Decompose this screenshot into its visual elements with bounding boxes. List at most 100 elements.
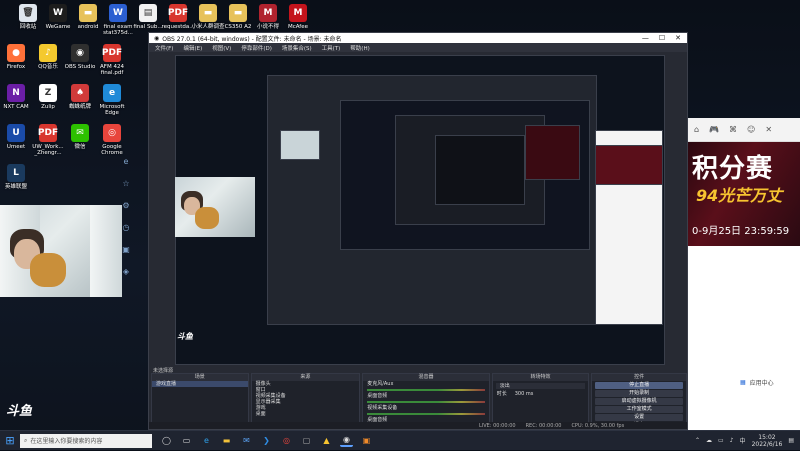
obs-docks: 场景 游戏直播 来源 摄像头 窗口 视频采集设备 显示器采集 游戏 桌面 混音器 麦克风/… — [151, 373, 687, 429]
banner-date: 0-9月25日 23:59:59 — [692, 226, 790, 237]
desktop-icon[interactable]: N NXT CAM — [0, 84, 34, 110]
clock-time: 15:02 — [758, 433, 776, 441]
desktop-icon-label: QQ音乐 — [38, 64, 58, 70]
transition-select[interactable]: 淡出 — [495, 383, 586, 389]
controls-dock-title: 控件 — [592, 374, 686, 381]
status-item: CPU: 0.9%, 30.00 fps — [571, 422, 625, 429]
volume-meter[interactable] — [367, 413, 485, 415]
desktop-icon[interactable]: U Umeet — [0, 124, 34, 150]
clock[interactable]: 15:02 2022/6/16 — [752, 434, 783, 448]
scene-item[interactable]: 游戏直播 — [152, 381, 248, 387]
status-item: REC: 00:00:00 — [525, 422, 562, 429]
edge-icon[interactable]: e — [121, 157, 131, 167]
mixer-channel-label: 桌面音频 — [367, 393, 388, 399]
speaker-icon[interactable]: ♪ — [730, 437, 734, 444]
chrome-icon[interactable]: ◎ — [280, 434, 293, 447]
control-button[interactable]: 开始录制 — [595, 390, 683, 397]
desktop-icon-label: Firefox — [6, 64, 26, 70]
douyu-logo: 斗鱼 — [6, 404, 33, 419]
camera-app-icon[interactable]: ▢ — [300, 434, 313, 447]
taskbar-apps: ◯ ▭ e ▬ ✉ ❯ ◎ ▢ ▲ ◉ ▣ — [160, 434, 373, 447]
input-method-icon[interactable]: 中 — [740, 436, 746, 445]
desktop-icon-label: Zulip — [41, 104, 55, 110]
obs-icon: ◉ — [154, 34, 160, 42]
home-icon[interactable]: ⌂ — [694, 125, 699, 134]
taskbar-search[interactable]: ⌕ 在这里输入你要搜索的内容 — [20, 433, 152, 448]
volume-meter[interactable] — [367, 389, 485, 391]
mcafee-icon: M — [289, 4, 307, 22]
obs-taskbar-icon[interactable]: ◉ — [340, 434, 353, 447]
control-button[interactable]: 设置 — [595, 414, 683, 421]
battery-icon[interactable]: ▭ — [718, 437, 724, 444]
obs-preview[interactable]: 斗鱼 — [175, 55, 665, 365]
obs-title: OBS 27.0.1 (64-bit, windows) - 配置文件: 未命名… — [162, 35, 342, 43]
desktop-icon[interactable]: ♪ QQ音乐 — [30, 44, 66, 70]
desktop-icon[interactable]: ● Firefox — [0, 44, 34, 70]
app-center-label[interactable]: 应用中心 — [750, 378, 774, 387]
edge-icon: e — [103, 84, 121, 102]
desktop-icon[interactable]: PDF AFM 424 final.pdf — [94, 44, 130, 76]
chevron-up-icon[interactable]: ⌃ — [695, 437, 700, 444]
desktop-icon[interactable]: Z Zulip — [30, 84, 66, 110]
search-placeholder: 在这里输入你要搜索的内容 — [30, 438, 103, 445]
obs-statusbar: LIVE: 00:00:00 REC: 00:00:00 CPU: 0.9%, 30… — [149, 422, 687, 429]
menu-item[interactable]: 工具(T) — [322, 44, 341, 52]
desktop-icon[interactable]: PDF UW_Work... _Zhengr... — [30, 124, 66, 156]
menu-item[interactable]: 编辑(E) — [183, 44, 202, 52]
history-icon[interactable]: ◷ — [121, 223, 131, 233]
desktop-icon-label: NXT CAM — [3, 104, 29, 110]
volume-meter[interactable] — [367, 401, 485, 403]
desktop-icon-label: 微信 — [74, 144, 86, 150]
douyu-app-icon[interactable]: ▣ — [360, 434, 373, 447]
close-icon[interactable]: ✕ — [675, 34, 681, 42]
game-app-icon[interactable]: ▲ — [320, 434, 333, 447]
folder-icon: ▬ — [229, 4, 247, 22]
menu-item[interactable]: 停靠部件(D) — [241, 44, 272, 52]
control-button[interactable]: 启动虚拟摄像机 — [595, 398, 683, 405]
menu-item[interactable]: 视图(V) — [212, 44, 231, 52]
zulip-icon: Z — [39, 84, 57, 102]
duration-value[interactable]: 300 ms — [515, 391, 534, 397]
widgets-icon[interactable]: ▭ — [180, 434, 193, 447]
windows-start-icon[interactable]: ⊞ — [0, 431, 20, 451]
file-explorer-icon[interactable]: ▬ — [220, 434, 233, 447]
menu-item[interactable]: 文件(F) — [155, 44, 173, 52]
minimize-icon[interactable]: — — [642, 34, 649, 42]
desktop-icon[interactable]: M McAfee — [280, 4, 316, 30]
desktop-icon-label: 蜘蛛纸牌 — [68, 104, 91, 110]
mail-icon[interactable]: ✉ — [240, 434, 253, 447]
solitaire-icon: ♠ — [71, 84, 89, 102]
qq-music-icon: ♪ — [39, 44, 57, 62]
source-item[interactable]: 桌面 — [252, 411, 360, 417]
store-icon[interactable]: ▦ — [740, 379, 746, 386]
banner-title: 积分赛 — [692, 154, 774, 184]
desktop-icon[interactable]: ◉ OBS Studio — [62, 44, 98, 70]
shield-icon[interactable]: ◈ — [121, 267, 131, 277]
control-button[interactable]: 停止直播 — [595, 382, 683, 389]
desktop-icon[interactable]: ♠ 蜘蛛纸牌 — [62, 84, 98, 110]
duration-label: 时长 — [496, 391, 507, 397]
maximize-icon[interactable]: ☐ — [659, 34, 665, 42]
vscode-icon[interactable]: ❯ — [260, 434, 273, 447]
edge-icon[interactable]: e — [200, 434, 213, 447]
user-icon[interactable]: ☺ — [747, 125, 755, 134]
desktop-icon[interactable]: e Microsoft Edge — [94, 84, 130, 116]
menu-item[interactable]: 场景集合(S) — [282, 44, 312, 52]
notification-icon[interactable]: ▤ — [788, 437, 794, 444]
tag-icon[interactable]: ⌘ — [729, 125, 737, 134]
desktop-icon[interactable]: ✉ 微信 — [62, 124, 98, 150]
close-icon[interactable]: ✕ — [765, 125, 772, 134]
obs-menubar: 文件(F) 编辑(E) 视图(V) 停靠部件(D) 场景集合(S) 工具(T) 帮助(H) — [149, 43, 687, 52]
mixer-channel-label: 视频采集设备 — [367, 405, 398, 411]
desktop-icon[interactable]: L 英雄联盟 — [0, 164, 34, 190]
menu-item[interactable]: 帮助(H) — [350, 44, 369, 52]
transition-duration[interactable]: 时长 300 ms — [493, 391, 589, 397]
control-button[interactable]: 工作室模式 — [595, 406, 683, 413]
cloud-icon[interactable]: ☁ — [706, 437, 712, 444]
bookmark-icon[interactable]: ☆ — [121, 179, 131, 189]
task-view-icon[interactable]: ◯ — [160, 434, 173, 447]
tools-icon[interactable]: ⚙ — [121, 201, 131, 211]
extensions-icon[interactable]: ▣ — [121, 245, 131, 255]
transition-dock: 转场特效 淡出 时长 300 ms — [491, 373, 590, 429]
gamepad-icon[interactable]: 🎮 — [709, 125, 719, 134]
